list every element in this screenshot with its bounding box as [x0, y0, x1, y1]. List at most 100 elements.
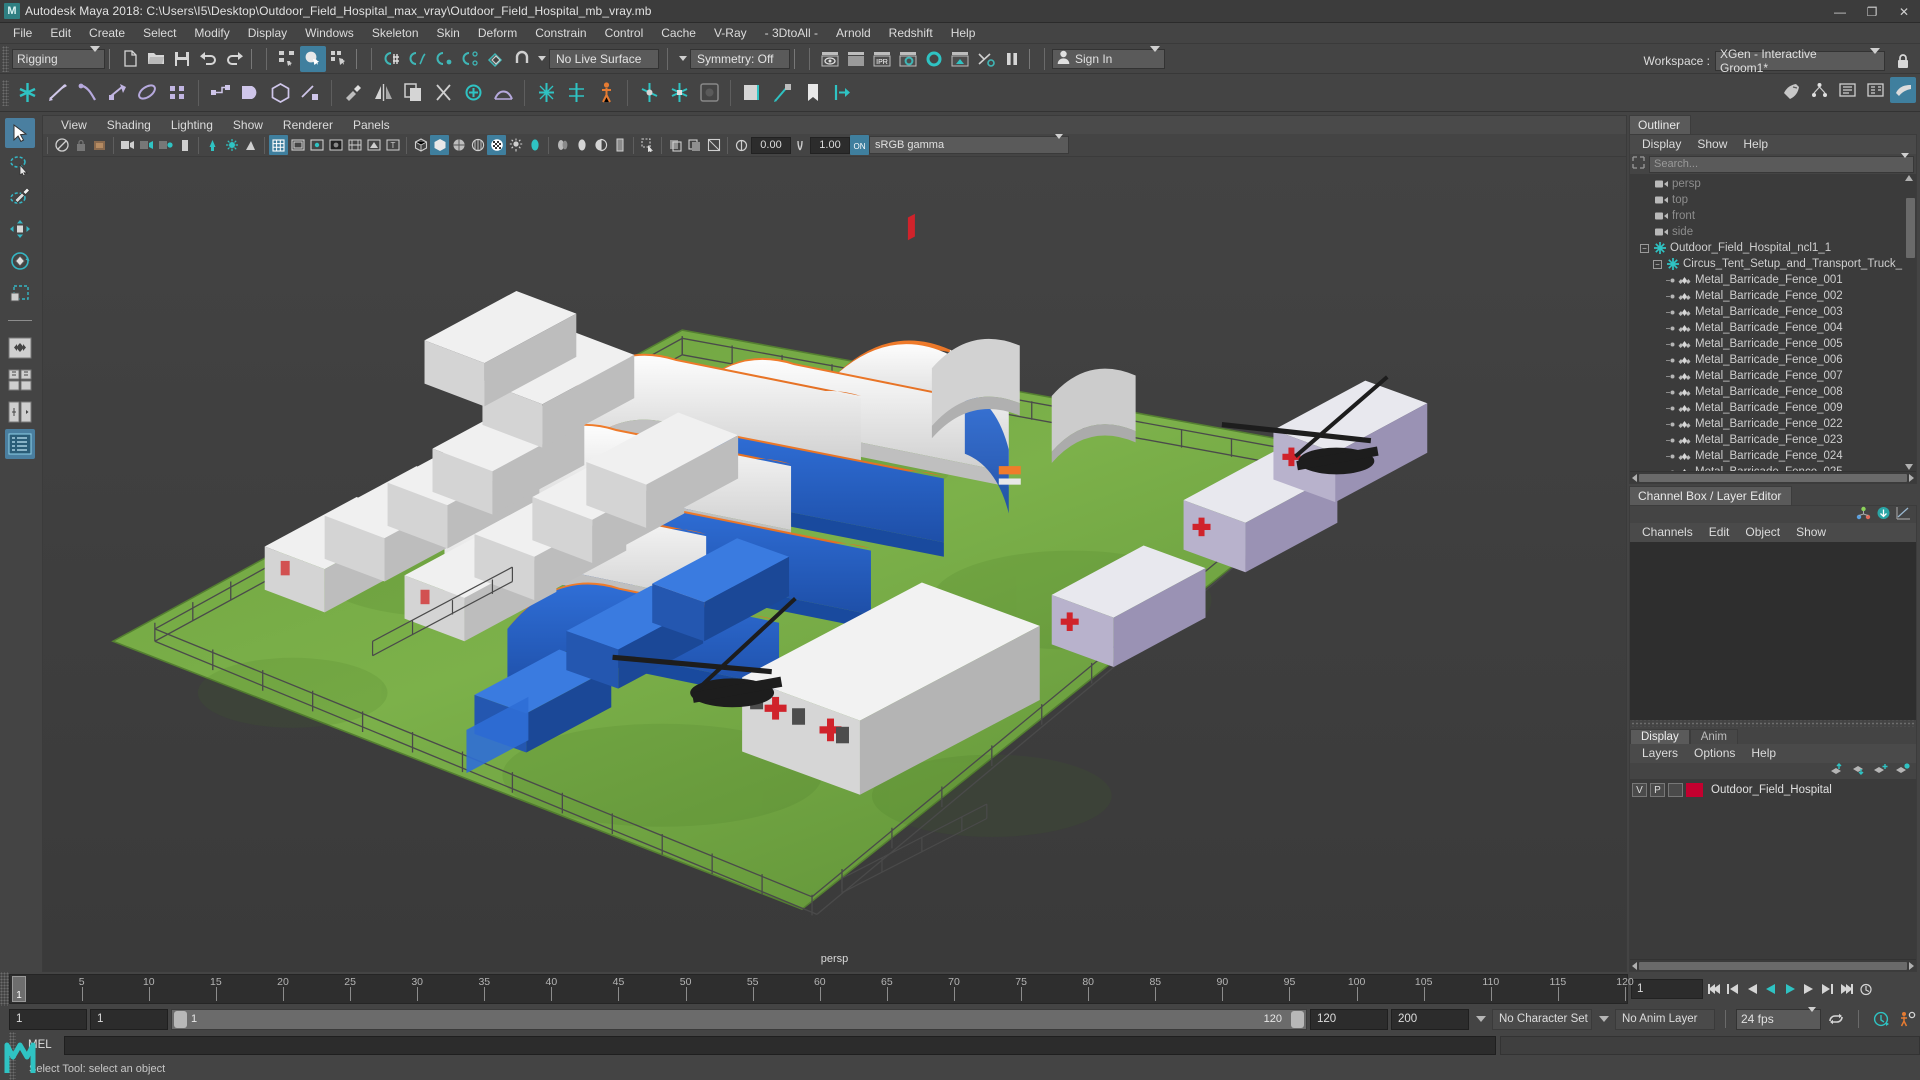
channelbox-menu-object[interactable]: Object — [1737, 523, 1788, 542]
paint-skin-weights-icon[interactable] — [338, 77, 368, 109]
two-d-pan-zoom-icon[interactable] — [137, 135, 156, 155]
mirror-skin-weights-icon[interactable] — [368, 77, 398, 109]
move-layer-up-icon[interactable] — [1829, 763, 1844, 778]
menuset-selector[interactable]: Rigging — [12, 45, 105, 69]
ik-rotate-plane-icon[interactable] — [102, 77, 132, 109]
layer-color-swatch[interactable] — [1686, 783, 1703, 797]
outliner-item[interactable]: Metal_Barricade_Fence_008 — [1630, 384, 1916, 400]
panel-splitter-handle[interactable] — [1630, 719, 1916, 727]
menu-3dtoall[interactable]: - 3DtoAll - — [756, 23, 827, 44]
viewport-menu-view[interactable]: View — [51, 116, 97, 135]
outliner-vertical-scrollbar[interactable] — [1904, 174, 1916, 471]
isolate-select-icon[interactable] — [638, 135, 657, 155]
time-slider[interactable]: 1 5 10 15 20 25 30 35 40 45 50 55 60 65 70 75 80 85 90 95 1… — [9, 974, 1634, 1004]
channel-box-display-icon[interactable] — [1856, 506, 1871, 523]
rotate-tool-button[interactable] — [5, 246, 35, 276]
live-surface-dropdown-icon[interactable] — [535, 46, 549, 72]
quick-rig-icon[interactable] — [634, 77, 664, 109]
exposure-value[interactable]: 0.00 — [751, 136, 791, 154]
scroll-left-arrow-icon[interactable] — [1632, 961, 1637, 970]
outliner-item[interactable]: Metal_Barricade_Fence_005 — [1630, 336, 1916, 352]
outliner-item[interactable]: Metal_Barricade_Fence_001 — [1630, 272, 1916, 288]
range-end-handle[interactable] — [1291, 1010, 1304, 1028]
wireframe-shading-icon[interactable] — [411, 135, 430, 155]
create-deformer-icon[interactable] — [737, 77, 767, 109]
color-management-toggle-icon[interactable]: ON — [850, 135, 869, 155]
go-to-end-icon[interactable] — [1838, 978, 1855, 1000]
step-back-frame-icon[interactable] — [1743, 978, 1760, 1000]
shaded-wireframe-icon[interactable] — [449, 135, 468, 155]
redo-icon[interactable] — [221, 46, 247, 72]
current-frame-field[interactable]: 1 — [1631, 979, 1703, 999]
pause-render-icon[interactable] — [999, 46, 1025, 72]
go-to-start-icon[interactable] — [1705, 978, 1722, 1000]
smooth-shading-icon[interactable] — [430, 135, 449, 155]
step-forward-key-icon[interactable] — [1819, 978, 1836, 1000]
depth-of-field-icon[interactable] — [610, 135, 629, 155]
outliner-menu-help[interactable]: Help — [1735, 135, 1776, 154]
ambient-occlusion-icon[interactable] — [591, 135, 610, 155]
undo-icon[interactable] — [195, 46, 221, 72]
menu-arnold[interactable]: Arnold — [827, 23, 880, 44]
mirror-joint-icon[interactable] — [162, 77, 192, 109]
xray-joints-icon[interactable] — [685, 135, 704, 155]
connect-joint-icon[interactable] — [205, 77, 235, 109]
time-slider-grip[interactable] — [0, 972, 9, 1006]
outliner-item[interactable]: Metal_Barricade_Fence_002 — [1630, 288, 1916, 304]
symmetry-dropdown-icon[interactable] — [676, 46, 690, 72]
layer-visibility-toggle[interactable]: V — [1632, 783, 1647, 797]
symmetry-field[interactable]: Symmetry: Off — [690, 48, 790, 69]
gamma-value[interactable]: 1.00 — [810, 136, 850, 154]
camera-attributes-icon[interactable] — [90, 135, 109, 155]
minimize-button[interactable]: — — [1824, 0, 1856, 23]
layer-hscroll-thumb[interactable] — [1639, 961, 1907, 970]
menu-windows[interactable]: Windows — [296, 23, 363, 44]
select-by-component-type-icon[interactable] — [326, 46, 352, 72]
live-surface-field[interactable]: No Live Surface — [549, 48, 659, 69]
detach-skin-icon[interactable] — [295, 77, 325, 109]
graph-editor-icon[interactable] — [1896, 506, 1911, 523]
character-set-field[interactable]: No Character Set — [1492, 1008, 1592, 1030]
safe-title-icon[interactable]: T — [383, 135, 402, 155]
default-light-icon[interactable] — [203, 135, 222, 155]
outliner-hscroll-thumb[interactable] — [1639, 473, 1907, 482]
animation-preferences-button[interactable] — [1896, 1008, 1920, 1030]
all-lights-icon[interactable] — [222, 135, 241, 155]
viewport-menu-renderer[interactable]: Renderer — [273, 116, 343, 135]
play-backwards-icon[interactable] — [1762, 978, 1779, 1000]
lasso-select-tool-button[interactable] — [5, 150, 35, 180]
layer-playback-toggle[interactable]: P — [1650, 783, 1665, 797]
display-layer-list[interactable]: V P Outdoor_Field_Hospital — [1630, 778, 1916, 959]
command-input[interactable] — [63, 1035, 1496, 1055]
playback-speed-selector[interactable]: 24 fps — [1736, 1007, 1821, 1030]
lock-workspace-icon[interactable] — [1890, 48, 1916, 74]
ipr-render-icon[interactable]: IPR — [869, 46, 895, 72]
render-settings-icon[interactable] — [895, 46, 921, 72]
shelf-grip[interactable] — [2, 79, 9, 106]
outliner-item[interactable]: Metal_Barricade_Fence_007 — [1630, 368, 1916, 384]
layer-horizontal-scrollbar[interactable] — [1630, 959, 1916, 971]
viewport-menu-show[interactable]: Show — [223, 116, 273, 135]
channelbox-menu-show[interactable]: Show — [1788, 523, 1834, 542]
prune-weights-icon[interactable] — [428, 77, 458, 109]
outliner-filter-icon[interactable] — [1632, 156, 1645, 172]
attribute-editor-icon[interactable] — [1876, 506, 1891, 523]
outliner-item[interactable]: Metal_Barricade_Fence_003 — [1630, 304, 1916, 320]
outliner-item[interactable]: Metal_Barricade_Fence_004 — [1630, 320, 1916, 336]
playback-end-field[interactable]: 120 — [1310, 1008, 1388, 1030]
rigid-bind-icon[interactable] — [265, 77, 295, 109]
outliner-item[interactable]: − Outdoor_Field_Hospital_ncl1_1 — [1630, 240, 1916, 256]
snap-to-grids-icon[interactable] — [379, 46, 405, 72]
book-icon[interactable] — [175, 135, 194, 155]
outliner-horizontal-scrollbar[interactable] — [1630, 471, 1916, 483]
playback-start-field[interactable]: 1 — [90, 1008, 168, 1030]
persp-outliner-layout-button[interactable] — [5, 429, 35, 459]
tab-outliner[interactable]: Outliner — [1629, 115, 1692, 134]
open-scene-icon[interactable] — [143, 46, 169, 72]
edit-membership-icon[interactable] — [767, 77, 797, 109]
constrain-parent-icon[interactable] — [132, 77, 162, 109]
outliner-scroll-thumb[interactable] — [1906, 198, 1915, 258]
channel-box-content[interactable] — [1630, 542, 1916, 720]
motion-blur-icon[interactable] — [553, 135, 572, 155]
resolution-gate-icon[interactable] — [307, 135, 326, 155]
